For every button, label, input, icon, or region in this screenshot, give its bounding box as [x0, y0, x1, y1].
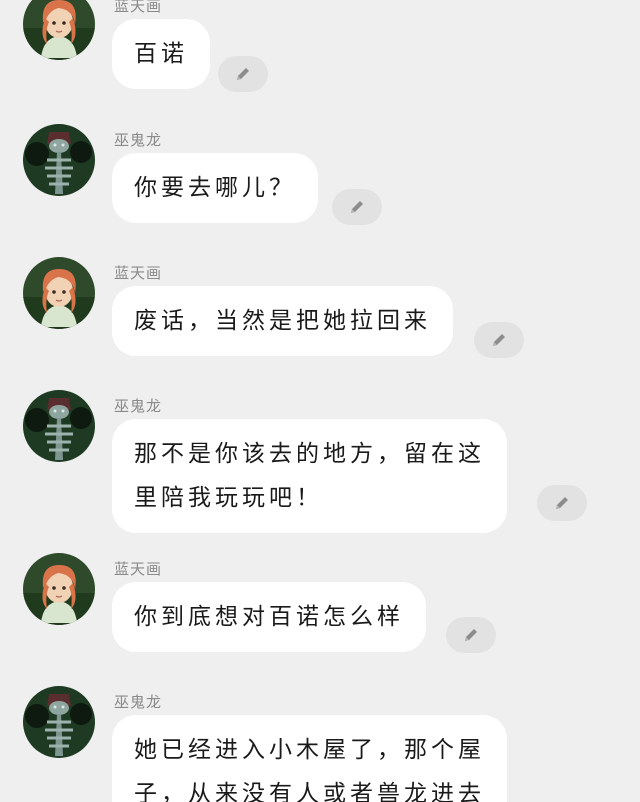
sender-name: 巫鬼龙 [114, 397, 163, 415]
pencil-icon [493, 334, 505, 346]
message-text: 你要去哪儿？ [134, 175, 296, 201]
message-text: 里陪我玩玩吧！ [134, 485, 323, 511]
avatar-dragon[interactable] [23, 686, 95, 758]
pencil-icon [237, 68, 249, 80]
sender-name: 巫鬼龙 [114, 131, 163, 149]
avatar-dragon[interactable] [23, 124, 95, 196]
edit-button[interactable] [332, 189, 382, 225]
message-bubble[interactable]: 百诺 [112, 19, 210, 89]
sender-name: 蓝天画 [114, 0, 163, 15]
avatar-dragon[interactable] [23, 390, 95, 462]
avatar-girl[interactable] [23, 257, 95, 329]
message-text: 百诺 [134, 41, 188, 67]
message-bubble[interactable]: 你到底想对百诺怎么样 [112, 582, 426, 652]
edit-button[interactable] [218, 56, 268, 92]
message-bubble[interactable]: 你要去哪儿？ [112, 153, 318, 223]
pencil-icon [556, 497, 568, 509]
edit-button[interactable] [446, 617, 496, 653]
message-text: 废话，当然是把她拉回来 [134, 308, 431, 334]
message-text: 你到底想对百诺怎么样 [134, 604, 404, 630]
chat-thread: 蓝天画 百诺 巫鬼龙 你要去哪儿？ 蓝天画 废话，当然是把她拉回来 巫鬼龙 那不… [0, 0, 640, 802]
avatar-girl[interactable] [23, 553, 95, 625]
edit-button[interactable] [474, 322, 524, 358]
message-bubble[interactable]: 废话，当然是把她拉回来 [112, 286, 453, 356]
message-bubble[interactable]: 她已经进入小木屋了，那个屋 子，从来没有人或者兽龙进去 [112, 715, 507, 802]
sender-name: 巫鬼龙 [114, 693, 163, 711]
sender-name: 蓝天画 [114, 560, 163, 578]
message-text: 那不是你该去的地方，留在这 [134, 441, 485, 467]
message-bubble[interactable]: 那不是你该去的地方，留在这 里陪我玩玩吧！ [112, 419, 507, 533]
pencil-icon [465, 629, 477, 641]
avatar-girl[interactable] [23, 0, 95, 60]
message-text: 子，从来没有人或者兽龙进去 [134, 781, 485, 802]
sender-name: 蓝天画 [114, 264, 163, 282]
edit-button[interactable] [537, 485, 587, 521]
message-text: 她已经进入小木屋了，那个屋 [134, 737, 485, 763]
pencil-icon [351, 201, 363, 213]
